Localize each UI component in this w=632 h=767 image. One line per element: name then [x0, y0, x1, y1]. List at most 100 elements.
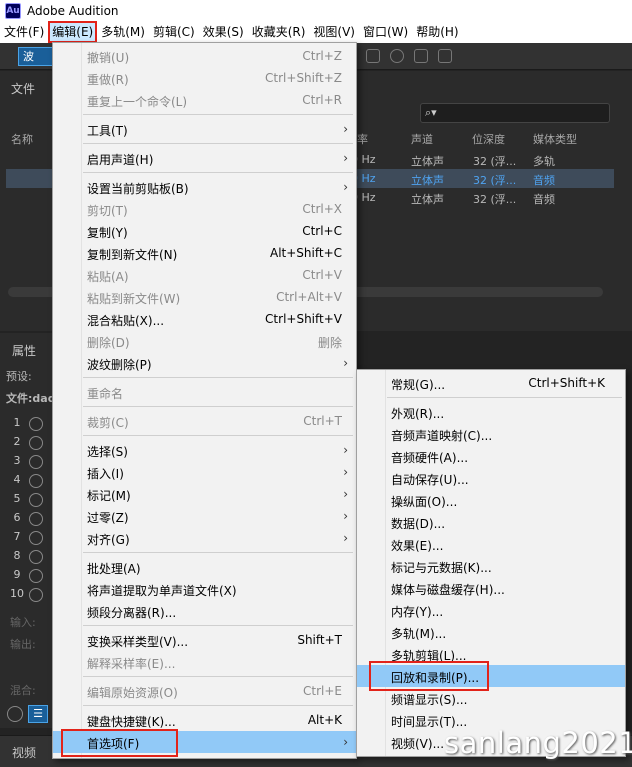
track-power-icon[interactable]	[29, 588, 43, 602]
tab-video[interactable]: 视频	[12, 744, 36, 761]
lasso-icon[interactable]	[390, 49, 404, 63]
edit-menu-item[interactable]: 设置当前剪贴板(B) ›	[53, 176, 356, 198]
menu-separator	[83, 114, 353, 115]
preferences-menu-item[interactable]: 音频声道映射(C)...	[357, 423, 625, 445]
preferences-menu-item[interactable]: 内存(Y)...	[357, 599, 625, 621]
menu-bar: 文件(F) 编辑(E) 多轨(M) 剪辑(C) 效果(S) 收藏夹(R) 视图(V) 窗口(W…	[0, 21, 632, 43]
edit-menu-item[interactable]: 过零(Z) ›	[53, 505, 356, 527]
menu-item-label: 重命名	[87, 387, 124, 401]
edit-menu-item[interactable]: 启用声道(H) ›	[53, 147, 356, 169]
chevron-right-icon: ›	[343, 180, 348, 194]
menu-item-label: 频谱显示(S)...	[391, 693, 468, 707]
edit-menu-item[interactable]: 波纹删除(P) ›	[53, 352, 356, 374]
column-media-type[interactable]: 媒体类型	[533, 131, 577, 147]
edit-menu-item[interactable]: 复制(Y) Ctrl+C	[53, 220, 356, 242]
edit-menu-item[interactable]: 工具(T) ›	[53, 118, 356, 140]
track-power-icon[interactable]	[29, 512, 43, 526]
preferences-menu-item[interactable]: 多轨(M)...	[357, 621, 625, 643]
column-depth[interactable]: 位深度	[472, 131, 505, 147]
menu-item-label: 批处理(A)	[87, 562, 141, 576]
menu-item-label: 剪切(T)	[87, 204, 128, 218]
edit-menu-item[interactable]: 将声道提取为单声道文件(X)	[53, 578, 356, 600]
list-view-icon[interactable]: ☰	[28, 705, 48, 723]
column-rate[interactable]: 率	[357, 131, 368, 147]
edit-menu-item[interactable]: 对齐(G) ›	[53, 527, 356, 549]
menu-item-label: 数据(D)...	[391, 517, 446, 531]
waveform-view-button[interactable]: 波	[18, 47, 54, 66]
brush-icon[interactable]	[414, 49, 428, 63]
menu-item-label: 回放和录制(P)...	[391, 671, 480, 685]
menu-item-label: 多轨(M)...	[391, 627, 447, 641]
menu-2[interactable]: 多轨(M)	[97, 21, 149, 43]
cell-type: 多轨	[533, 155, 555, 168]
menu-item-shortcut: Ctrl+Shift+V	[265, 312, 342, 326]
track-power-icon[interactable]	[29, 569, 43, 583]
edit-menu-item[interactable]: 键盘快捷键(K)... Alt+K	[53, 709, 356, 731]
chevron-right-icon: ›	[343, 531, 348, 545]
menu-item-label: 频段分离器(R)...	[87, 606, 177, 620]
edit-menu-item[interactable]: 批处理(A)	[53, 556, 356, 578]
cell-depth: 32 (浮...	[473, 193, 517, 206]
track-power-icon[interactable]	[29, 531, 43, 545]
preferences-menu-item[interactable]: 频谱显示(S)...	[357, 687, 625, 709]
preferences-menu-item[interactable]: 数据(D)...	[357, 511, 625, 533]
menu-7[interactable]: 窗口(W)	[359, 21, 412, 43]
chevron-right-icon: ›	[343, 487, 348, 501]
track-number: 10	[10, 587, 24, 600]
power-icon[interactable]	[7, 706, 23, 722]
edit-menu-item[interactable]: 插入(I) ›	[53, 461, 356, 483]
column-channel[interactable]: 声道	[411, 131, 433, 147]
edit-menu-item[interactable]: 复制到新文件(N) Alt+Shift+C	[53, 242, 356, 264]
edit-menu-item[interactable]: 频段分离器(R)...	[53, 600, 356, 622]
edit-menu-item[interactable]: 混合粘贴(X)... Ctrl+Shift+V	[53, 308, 356, 330]
preferences-menu-item[interactable]: 效果(E)...	[357, 533, 625, 555]
edit-menu-item: 重做(R) Ctrl+Shift+Z	[53, 67, 356, 89]
preferences-menu-item[interactable]: 媒体与磁盘缓存(H)...	[357, 577, 625, 599]
edit-menu-item[interactable]: 变换采样类型(V)... Shift+T	[53, 629, 356, 651]
menu-6[interactable]: 视图(V)	[309, 21, 359, 43]
track-power-icon[interactable]	[29, 493, 43, 507]
menu-item-shortcut: Ctrl+V	[302, 268, 342, 282]
preferences-menu-item[interactable]: 音频硬件(A)...	[357, 445, 625, 467]
menu-1[interactable]: 编辑(E)	[48, 21, 98, 43]
track-power-icon[interactable]	[29, 417, 43, 431]
menu-item-shortcut: Alt+Shift+C	[269, 246, 342, 260]
preferences-menu-item[interactable]: 自动保存(U)...	[357, 467, 625, 489]
preferences-menu-item[interactable]: 外观(R)...	[357, 401, 625, 423]
tab-files[interactable]: 文件	[11, 80, 35, 97]
edit-menu-item[interactable]: 首选项(F) ›	[53, 729, 356, 757]
spot-healing-icon[interactable]	[438, 49, 452, 63]
tab-properties[interactable]: 属性	[12, 342, 36, 359]
track-power-icon[interactable]	[29, 436, 43, 450]
menu-3[interactable]: 剪辑(C)	[149, 21, 199, 43]
track-power-icon[interactable]	[29, 455, 43, 469]
edit-menu-dropdown: 撤销(U) Ctrl+Z 重做(R) Ctrl+Shift+Z 重复上一个命令(L) Ct…	[52, 42, 357, 759]
menu-0[interactable]: 文件(F)	[0, 21, 48, 43]
edit-menu-item: 编辑原始资源(O) Ctrl+E	[53, 680, 356, 702]
track-power-icon[interactable]	[29, 550, 43, 564]
edit-menu-item[interactable]: 选择(S) ›	[53, 439, 356, 461]
files-search-input[interactable]: ⌕▾	[420, 103, 610, 123]
marquee-icon[interactable]	[366, 49, 380, 63]
edit-menu-item[interactable]: 标记(M) ›	[53, 483, 356, 505]
edit-menu-item: 重复上一个命令(L) Ctrl+R	[53, 89, 356, 111]
track-number: 2	[13, 435, 21, 448]
menu-item-label: 常规(G)...	[391, 378, 446, 392]
preferences-menu-item[interactable]: 常规(G)... Ctrl+Shift+K	[357, 372, 625, 394]
menu-8[interactable]: 帮助(H)	[412, 21, 462, 43]
preferences-menu-item[interactable]: 标记与元数据(K)...	[357, 555, 625, 577]
title-bar: Au Adobe Audition	[0, 0, 632, 21]
preferences-menu-item[interactable]: 回放和录制(P)...	[357, 661, 625, 691]
menu-item-label: 首选项(F)	[87, 737, 140, 751]
column-name[interactable]: 名称	[11, 131, 33, 147]
preferences-submenu: 常规(G)... Ctrl+Shift+K 外观(R)... 音频声道映射(C)...…	[356, 369, 626, 757]
preferences-menu-item[interactable]: 操纵面(O)...	[357, 489, 625, 511]
track-power-icon[interactable]	[29, 474, 43, 488]
menu-4[interactable]: 效果(S)	[199, 21, 248, 43]
menu-5[interactable]: 收藏夹(R)	[248, 21, 310, 43]
menu-item-label: 插入(I)	[87, 467, 124, 481]
menu-separator	[83, 435, 353, 436]
menu-item-shortcut: Shift+T	[297, 633, 342, 647]
edit-menu-item: 裁剪(C) Ctrl+T	[53, 410, 356, 432]
menu-item-shortcut: Ctrl+Shift+Z	[265, 71, 342, 85]
